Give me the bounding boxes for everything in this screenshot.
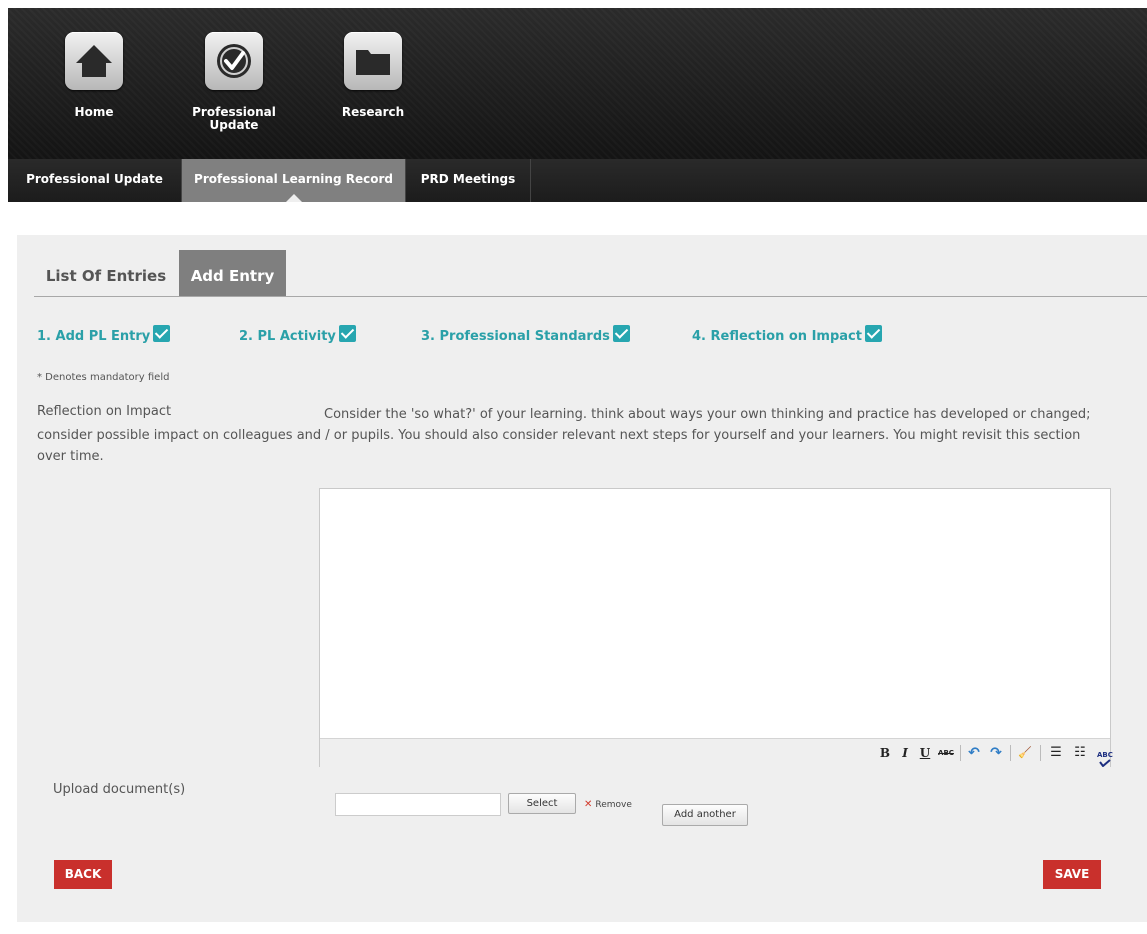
reflection-textarea[interactable]: [320, 489, 1110, 738]
content-panel: List Of Entries Add Entry 1. Add PL Entr…: [17, 235, 1147, 922]
numbered-list-button[interactable]: ☷: [1071, 744, 1089, 762]
tab-professional-learning-record[interactable]: Professional Learning Record: [182, 159, 406, 202]
tab-add-entry[interactable]: Add Entry: [179, 250, 286, 297]
step-professional-standards[interactable]: 3. Professional Standards: [421, 325, 630, 344]
remove-x-icon: ✕: [584, 799, 593, 810]
upload-label: Upload document(s): [53, 782, 186, 797]
spellcheck-label: ABC: [1097, 751, 1113, 759]
spellcheck-tick-icon: [1099, 759, 1111, 768]
strikethrough-button[interactable]: ABC: [936, 744, 956, 762]
toolbar-separator: [960, 745, 961, 761]
nav-home[interactable]: Home: [29, 32, 159, 119]
editor-toolbar: B I U ABC ↶ ↷ 🧹 ☰ ☷: [320, 738, 1110, 767]
top-navigation-bar: Home Professional Update Research: [8, 8, 1147, 159]
toolbar-separator: [1040, 745, 1041, 761]
tab-professional-update[interactable]: Professional Update: [8, 159, 182, 202]
nav-research[interactable]: Research: [308, 32, 438, 119]
undo-button[interactable]: ↶: [966, 744, 982, 762]
reflection-editor: B I U ABC ↶ ↷ 🧹 ☰ ☷: [319, 488, 1111, 767]
step-label: 1. Add PL Entry: [37, 329, 151, 344]
step-label: 3. Professional Standards: [421, 329, 610, 344]
spellcheck-icon[interactable]: ABC: [1097, 752, 1113, 769]
mandatory-note: * Denotes mandatory field: [37, 372, 170, 383]
redo-button[interactable]: ↷: [988, 744, 1004, 762]
checkbox-checked-icon: [864, 325, 882, 342]
bullet-list-button[interactable]: ☰: [1047, 744, 1065, 762]
nav-research-label: Research: [341, 105, 405, 119]
remove-file-link[interactable]: ✕ Remove: [584, 799, 632, 810]
folder-icon: [344, 32, 402, 90]
add-another-button[interactable]: Add another: [662, 804, 748, 826]
sub-tab-divider: [34, 296, 1147, 297]
nav-professional-update-label: Professional Update: [192, 105, 276, 132]
clear-formatting-brush-icon[interactable]: 🧹: [1016, 744, 1034, 762]
checkbox-checked-icon: [612, 325, 630, 342]
toolbar-separator: [1010, 745, 1011, 761]
file-path-input[interactable]: [335, 793, 501, 816]
main-tab-bar: Professional Update Professional Learnin…: [8, 159, 1147, 202]
step-pl-activity[interactable]: 2. PL Activity: [239, 325, 356, 344]
italic-button[interactable]: I: [898, 744, 912, 762]
tab-list-of-entries[interactable]: List Of Entries: [34, 250, 178, 297]
underline-button[interactable]: U: [918, 744, 932, 762]
checkbox-checked-icon: [338, 325, 356, 342]
reflection-help-text: Consider the 'so what?' of your learning…: [37, 407, 1091, 464]
bold-button[interactable]: B: [878, 744, 892, 762]
tab-prd-meetings[interactable]: PRD Meetings: [406, 159, 531, 202]
step-add-pl-entry[interactable]: 1. Add PL Entry: [37, 325, 171, 344]
nav-professional-update[interactable]: Professional Update: [169, 32, 299, 132]
nav-home-label: Home: [74, 105, 114, 119]
save-button[interactable]: SAVE: [1043, 860, 1101, 889]
select-file-button[interactable]: Select: [508, 793, 576, 814]
step-label: 2. PL Activity: [239, 329, 336, 344]
back-button[interactable]: BACK: [54, 860, 112, 889]
checkmark-circle-icon: [205, 32, 263, 90]
checkbox-checked-icon: [153, 325, 171, 342]
remove-label: Remove: [595, 800, 632, 810]
step-reflection-on-impact[interactable]: 4. Reflection on Impact: [692, 325, 882, 344]
home-icon: [65, 32, 123, 90]
step-label: 4. Reflection on Impact: [692, 329, 862, 344]
